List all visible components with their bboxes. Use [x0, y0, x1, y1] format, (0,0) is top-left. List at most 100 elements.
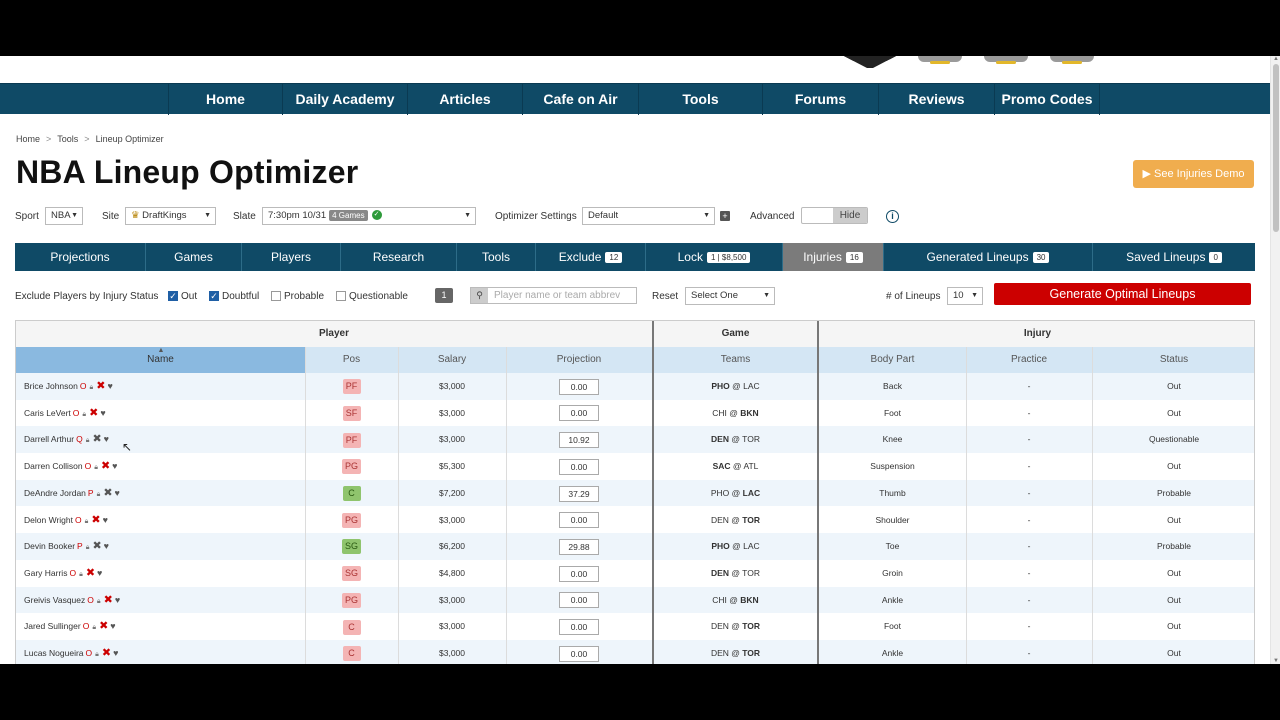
- lock-icon[interactable]: 🔒︎: [82, 402, 86, 429]
- exclude-x-icon[interactable]: ✖: [92, 426, 101, 453]
- exclude-x-icon[interactable]: ✖: [92, 533, 101, 560]
- see-injuries-demo-button[interactable]: ▶︎ See Injuries Demo: [1133, 160, 1254, 188]
- breadcrumb-tools[interactable]: Tools: [57, 134, 78, 144]
- lock-icon[interactable]: 🔒︎: [86, 535, 90, 562]
- projection-input[interactable]: 0.00: [559, 458, 599, 475]
- tab-research[interactable]: Research: [341, 243, 457, 271]
- generate-optimal-lineups-button[interactable]: Generate Optimal Lineups: [994, 283, 1251, 305]
- scroll-up-icon[interactable]: ▲: [1273, 56, 1279, 62]
- tab-games[interactable]: Games: [146, 243, 242, 271]
- col-header-practice[interactable]: Practice: [966, 347, 1092, 373]
- reset-select[interactable]: Select One ▼: [685, 287, 775, 305]
- heart-icon[interactable]: ♥: [100, 400, 105, 427]
- heart-icon[interactable]: ♥: [97, 560, 102, 587]
- page-scrollbar[interactable]: ▲ ▼: [1270, 56, 1280, 664]
- tab-generated-lineups[interactable]: Generated Lineups 30: [884, 243, 1093, 271]
- tab-saved-lineups[interactable]: Saved Lineups 0: [1093, 243, 1255, 271]
- exclude-x-icon[interactable]: ✖: [103, 480, 112, 507]
- projection-input[interactable]: 0.00: [559, 619, 599, 636]
- col-header-projection[interactable]: Projection: [506, 347, 652, 373]
- nav-home[interactable]: Home: [168, 84, 282, 115]
- exclude-x-icon[interactable]: ✖: [102, 640, 111, 664]
- col-header-name[interactable]: ▲ Name: [16, 347, 305, 373]
- heart-icon[interactable]: ♥: [115, 587, 120, 614]
- tab-players[interactable]: Players: [242, 243, 341, 271]
- exclude-x-icon[interactable]: ✖: [104, 587, 113, 614]
- advanced-toggle[interactable]: Hide: [801, 207, 868, 224]
- heart-icon[interactable]: ♥: [112, 453, 117, 480]
- player-name[interactable]: DeAndre Jordan: [24, 488, 86, 498]
- projection-input[interactable]: 10.92: [559, 432, 599, 449]
- tab-tools[interactable]: Tools: [457, 243, 536, 271]
- slate-select[interactable]: 7:30pm 10/31 4 Games ✓ ▼: [262, 207, 476, 225]
- exclude-x-icon[interactable]: ✖: [91, 507, 100, 534]
- lock-icon[interactable]: 🔒︎: [97, 589, 101, 616]
- col-header-pos[interactable]: Pos: [305, 347, 398, 373]
- tab-projections[interactable]: Projections: [15, 243, 146, 271]
- player-name[interactable]: Brice Johnson: [24, 381, 78, 391]
- nav-reviews[interactable]: Reviews: [878, 84, 994, 115]
- nav-forums[interactable]: Forums: [762, 84, 878, 115]
- col-header-salary[interactable]: Salary: [398, 347, 506, 373]
- col-header-status[interactable]: Status: [1092, 347, 1254, 373]
- heart-icon[interactable]: ♥: [113, 640, 118, 664]
- lock-icon[interactable]: 🔒︎: [86, 428, 90, 455]
- player-name[interactable]: Gary Harris: [24, 568, 67, 578]
- tab-lock[interactable]: Lock 1 | $8,500: [646, 243, 783, 271]
- player-name[interactable]: Darren Collison: [24, 461, 83, 471]
- projection-input[interactable]: 0.00: [559, 645, 599, 662]
- projection-input[interactable]: 0.00: [559, 565, 599, 582]
- projection-input[interactable]: 29.88: [559, 538, 599, 555]
- col-header-body-part[interactable]: Body Part: [819, 347, 966, 373]
- probable-checkbox[interactable]: [271, 291, 281, 301]
- lock-icon[interactable]: 🔒︎: [97, 482, 101, 509]
- site-select[interactable]: ♛ DraftKings ▼: [125, 207, 216, 225]
- nav-cafe-on-air[interactable]: Cafe on Air: [522, 84, 638, 115]
- tab-injuries[interactable]: Injuries 16: [783, 243, 884, 271]
- exclude-x-icon[interactable]: ✖: [89, 400, 98, 427]
- heart-icon[interactable]: ♥: [115, 480, 120, 507]
- lock-icon[interactable]: 🔒︎: [79, 562, 83, 589]
- player-name[interactable]: Caris LeVert: [24, 408, 71, 418]
- exclude-x-icon[interactable]: ✖: [86, 560, 95, 587]
- heart-icon[interactable]: ♥: [104, 533, 109, 560]
- site-logo[interactable]: [840, 56, 900, 68]
- col-header-teams[interactable]: Teams: [654, 347, 817, 373]
- projection-input[interactable]: 0.00: [559, 512, 599, 529]
- exclude-x-icon[interactable]: ✖: [99, 613, 108, 640]
- breadcrumb-home[interactable]: Home: [16, 134, 40, 144]
- heart-icon[interactable]: ♥: [110, 613, 115, 640]
- heart-icon[interactable]: ♥: [104, 426, 109, 453]
- projection-input[interactable]: 0.00: [559, 592, 599, 609]
- heart-icon[interactable]: ♥: [107, 373, 112, 400]
- lock-icon[interactable]: 🔒︎: [92, 615, 96, 642]
- nav-promo-codes[interactable]: Promo Codes: [994, 84, 1100, 115]
- info-icon[interactable]: i: [886, 210, 899, 223]
- doubtful-checkbox[interactable]: ✓: [209, 291, 219, 301]
- sport-select[interactable]: NBA ▼: [45, 207, 83, 225]
- lock-icon[interactable]: 🔒︎: [85, 509, 89, 536]
- optimizer-settings-select[interactable]: Default ▼: [582, 207, 715, 225]
- exclude-x-icon[interactable]: ✖: [101, 453, 110, 480]
- projection-input[interactable]: 0.00: [559, 405, 599, 422]
- exclude-x-icon[interactable]: ✖: [96, 373, 105, 400]
- add-settings-icon[interactable]: +: [720, 211, 730, 221]
- lock-icon[interactable]: 🔒︎: [95, 642, 99, 664]
- lock-icon[interactable]: 🔒︎: [94, 455, 98, 482]
- player-name[interactable]: Devin Booker: [24, 541, 75, 551]
- out-checkbox[interactable]: ✓: [168, 291, 178, 301]
- player-search-input[interactable]: ⚲ Player name or team abbrev: [470, 287, 637, 304]
- lineups-count-select[interactable]: 10 ▼: [947, 287, 983, 305]
- lock-icon[interactable]: 🔒︎: [90, 375, 94, 402]
- nav-articles[interactable]: Articles: [407, 84, 522, 115]
- player-name[interactable]: Greivis Vasquez: [24, 595, 85, 605]
- scroll-down-icon[interactable]: ▼: [1273, 658, 1279, 664]
- questionable-checkbox[interactable]: [336, 291, 346, 301]
- projection-input[interactable]: 37.29: [559, 485, 599, 502]
- player-name[interactable]: Jared Sullinger: [24, 621, 81, 631]
- player-name[interactable]: Lucas Nogueira: [24, 648, 84, 658]
- projection-input[interactable]: 0.00: [559, 378, 599, 395]
- tab-exclude[interactable]: Exclude 12: [536, 243, 646, 271]
- scrollbar-thumb[interactable]: [1273, 64, 1279, 232]
- nav-daily-academy[interactable]: Daily Academy: [282, 84, 407, 115]
